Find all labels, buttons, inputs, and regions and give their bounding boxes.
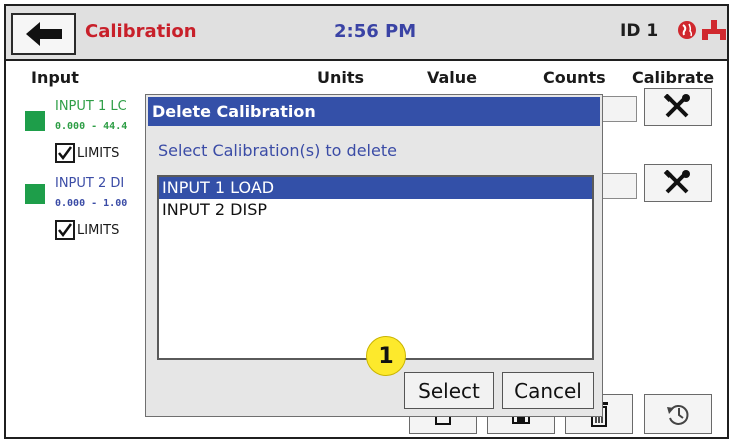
calibration-list-item[interactable]: INPUT 1 LOAD [159,177,592,199]
back-button[interactable] [11,13,76,55]
input-1-name[interactable]: INPUT 1 LC [55,99,127,114]
restore-button[interactable] [644,394,712,434]
header-bar: Calibration 2:56 PM ID 1 [6,6,727,61]
restore-icon [667,405,689,425]
input-1-limits-checkbox[interactable] [55,143,75,163]
wrench-screwdriver-icon [663,94,690,118]
wrench-screwdriver-icon [663,170,690,194]
input-2-calibrate-button[interactable] [644,164,712,202]
select-button[interactable]: Select [404,372,494,409]
col-header-calibrate: Calibrate [632,68,715,87]
clock: 2:56 PM [334,21,417,42]
calibration-screen: Calibration 2:56 PM ID 1 Input Units Val… [4,4,729,439]
input-1-range: 0.000 - 44.4 [55,121,128,132]
col-header-value: Value [427,68,478,87]
calibration-list[interactable]: INPUT 1 LOAD INPUT 2 DISP [157,175,594,360]
input-1-limits[interactable]: LIMITS [55,143,119,163]
globe-icon[interactable] [677,20,697,40]
page-title: Calibration [85,21,197,42]
input-2-limits-label: LIMITS [77,222,120,238]
device-id: ID 1 [620,21,659,41]
calibration-list-item[interactable]: INPUT 2 DISP [159,199,592,221]
input-2-limits-checkbox[interactable] [55,220,75,240]
dialog-prompt: Select Calibration(s) to delete [158,141,397,160]
input-2-limits[interactable]: LIMITS [55,220,119,240]
network-icon[interactable] [700,18,728,42]
dialog-title: Delete Calibration [148,97,600,126]
col-header-counts: Counts [543,68,606,87]
arrow-left-icon [25,22,62,46]
input-2-color-swatch [25,184,45,204]
cancel-button[interactable]: Cancel [502,372,594,409]
input-1-calibrate-button[interactable] [644,88,712,126]
input-2-range: 0.000 - 1.00 [55,198,128,209]
checkmark-icon [58,223,73,238]
col-header-units: Units [317,68,365,87]
input-2-name[interactable]: INPUT 2 DI [55,176,124,191]
input-1-color-swatch [25,111,45,131]
step-marker: 1 [366,336,406,376]
input-1-limits-label: LIMITS [77,145,120,161]
col-header-input: Input [31,68,79,87]
checkmark-icon [58,146,73,161]
